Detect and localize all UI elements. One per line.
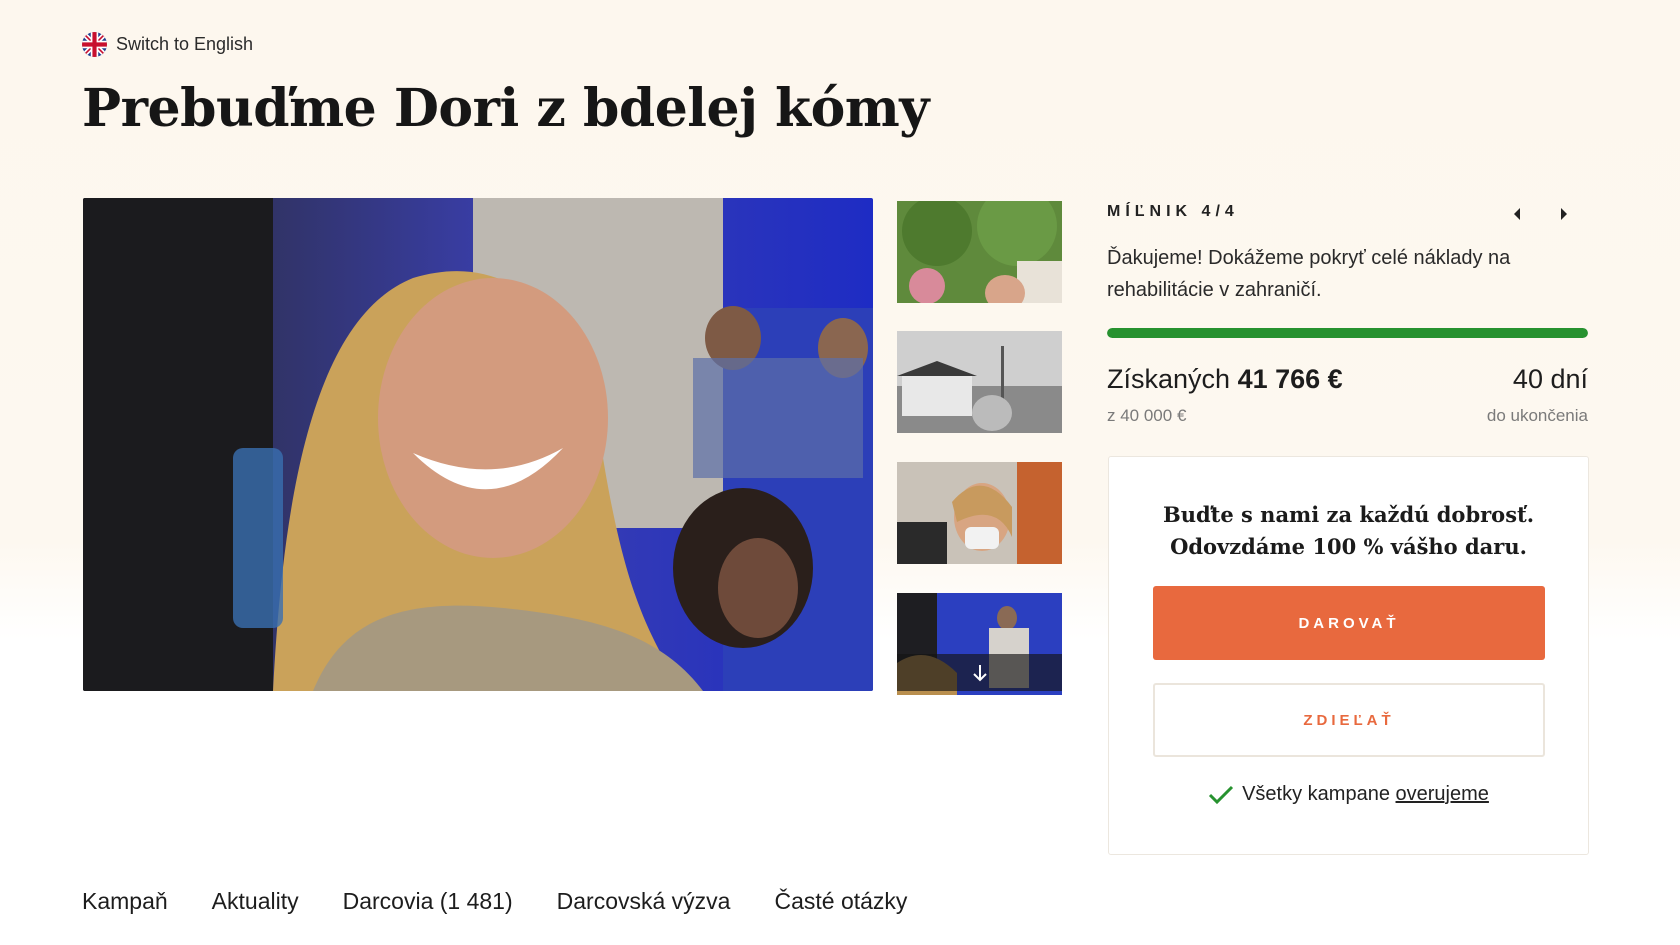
- tab-updates[interactable]: Aktuality: [212, 888, 299, 915]
- donate-card-heading: Buďte s nami za každú dobrosť. Odovzdáme…: [1109, 499, 1588, 563]
- donate-card-heading-line1: Buďte s nami za každú dobrosť.: [1162, 502, 1535, 527]
- share-button[interactable]: ZDIEĽAŤ: [1153, 683, 1545, 757]
- thumbnail-3[interactable]: [897, 462, 1062, 564]
- tab-donors[interactable]: Darcovia (1 481): [343, 888, 513, 915]
- verified-text: Všetky kampane: [1242, 783, 1390, 805]
- tab-donor-challenge[interactable]: Darcovská výzva: [557, 888, 731, 915]
- caret-right-icon: [1561, 208, 1567, 220]
- raised-label: Získaných: [1107, 364, 1231, 394]
- verified-note: Všetky kampane overujeme: [1109, 783, 1588, 806]
- checkmark-icon: [1209, 785, 1234, 804]
- days-remaining: 40 dní: [1512, 364, 1588, 394]
- progress-fill: [1107, 328, 1588, 338]
- thumbnail-1[interactable]: [897, 201, 1062, 303]
- verified-link[interactable]: overujeme: [1396, 783, 1489, 805]
- main-photo[interactable]: [83, 198, 873, 691]
- page-title: Prebuďme Dori z bdelej kómy: [82, 78, 930, 139]
- milestone-prev-button[interactable]: [1507, 204, 1527, 224]
- campaign-tabs: Kampaň Aktuality Darcovia (1 481) Darcov…: [82, 888, 907, 915]
- donate-card-heading-line2: Odovzdáme 100 % vášho daru.: [1170, 534, 1527, 559]
- milestone-next-button[interactable]: [1554, 204, 1574, 224]
- thumbnails-scroll-down-button[interactable]: [897, 654, 1062, 691]
- arrow-down-icon: [972, 664, 987, 681]
- progress-bar: [1107, 328, 1588, 338]
- raised-amount: Získaných 41 766 €: [1107, 364, 1343, 395]
- donate-button[interactable]: DAROVAŤ: [1153, 586, 1545, 660]
- donate-card: Buďte s nami za každú dobrosť. Odovzdáme…: [1108, 456, 1589, 855]
- uk-flag-icon: [82, 32, 107, 57]
- goal-amount: z 40 000 €: [1107, 406, 1187, 425]
- raised-value: 41 766 €: [1237, 364, 1343, 394]
- milestone-text: Ďakujeme! Dokážeme pokryť celé náklady n…: [1107, 247, 1511, 301]
- days-remaining-label: do ukončenia: [1486, 406, 1588, 425]
- tab-campaign[interactable]: Kampaň: [82, 888, 168, 915]
- language-switch-label: Switch to English: [116, 34, 254, 54]
- tab-faq[interactable]: Časté otázky: [774, 888, 907, 915]
- caret-left-icon: [1514, 208, 1520, 220]
- thumbnail-2[interactable]: [897, 331, 1062, 433]
- language-switch[interactable]: Switch to English: [82, 32, 253, 57]
- milestone-label: MÍĽNIK 4/4: [1107, 203, 1239, 220]
